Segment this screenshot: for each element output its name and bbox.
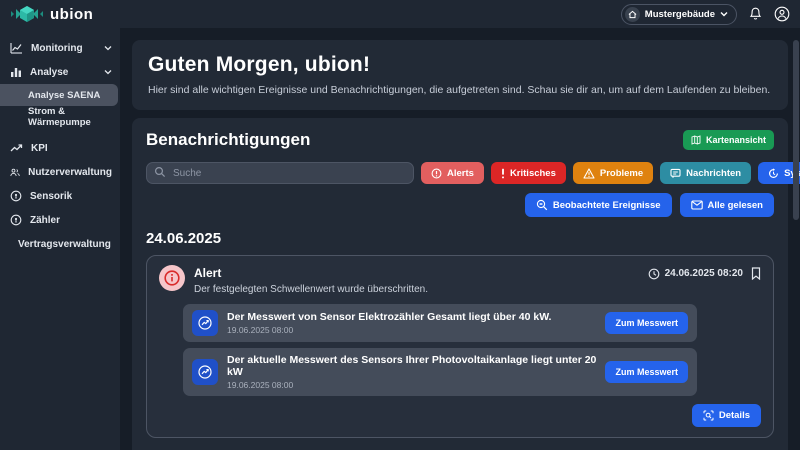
event-list: Der Messwert von Sensor Elektrozähler Ge… <box>183 304 697 396</box>
bell-icon <box>749 7 762 21</box>
filter-probleme-button[interactable]: Probleme <box>573 162 653 184</box>
system-history-icon <box>768 168 779 179</box>
chevron-down-icon <box>720 11 728 17</box>
sidebar-item-kpi[interactable]: KPI <box>0 136 120 160</box>
bookmark-icon <box>751 267 761 280</box>
warning-triangle-icon <box>583 168 595 179</box>
notifications-bell-button[interactable] <box>749 7 762 21</box>
sidebar-item-zaehler[interactable]: Zähler <box>0 208 120 232</box>
message-icon <box>670 168 681 179</box>
search-icon <box>154 166 166 178</box>
measurement-chart-icon <box>192 359 218 385</box>
zum-messwert-button[interactable]: Zum Messwert <box>605 361 688 383</box>
users-icon <box>10 167 20 178</box>
filter-row: Alerts Kritisches Probleme Nachrichten S… <box>146 162 774 184</box>
map-view-label: Kartenansicht <box>706 135 766 145</box>
watched-events-button[interactable]: Beobachtete Ereignisse <box>525 193 672 217</box>
sidebar-item-vertragsverwaltung[interactable]: Vertragsverwaltung <box>0 232 120 256</box>
account-menu-button[interactable] <box>774 6 790 22</box>
sidebar-item-label: Zähler <box>30 215 60 226</box>
scan-search-icon <box>703 410 714 421</box>
details-button[interactable]: Details <box>692 404 761 427</box>
mark-all-read-button[interactable]: Alle gelesen <box>680 193 774 217</box>
notifications-title: Benachrichtigungen <box>146 130 310 150</box>
alert-card: Alert Der festgelegten Schwellenwert wur… <box>146 255 774 438</box>
date-group-heading: 24.06.2025 <box>146 230 774 247</box>
zum-messwert-button[interactable]: Zum Messwert <box>605 312 688 334</box>
sidebar-item-label: Vertragsverwaltung <box>18 239 111 250</box>
alert-badge-icon <box>159 265 185 291</box>
sidebar-subitem-label: Strom & Wärmepumpe <box>28 106 120 128</box>
home-icon <box>625 7 640 22</box>
mail-check-icon <box>691 200 703 210</box>
building-selector-label: Mustergebäude <box>645 9 715 20</box>
greeting-title: Guten Morgen, ubion! <box>148 53 772 77</box>
app-window: ubion Mustergebäude <box>0 0 800 450</box>
user-avatar-icon <box>774 6 790 22</box>
sidebar-item-monitoring[interactable]: Monitoring <box>0 36 120 60</box>
search-field <box>146 162 414 184</box>
chevron-down-icon <box>104 69 112 75</box>
actions-row: Beobachtete Ereignisse Alle gelesen <box>146 193 774 217</box>
chevron-down-icon <box>104 45 112 51</box>
clock-icon <box>648 268 660 280</box>
event-row: Der Messwert von Sensor Elektrozähler Ge… <box>183 304 697 342</box>
sidebar-subitem-label: Analyse SAENA <box>28 90 100 101</box>
event-row: Der aktuelle Messwert des Sensors Ihrer … <box>183 348 697 396</box>
filter-nachrichten-button[interactable]: Nachrichten <box>660 162 751 184</box>
sidebar-item-label: Monitoring <box>31 43 83 54</box>
search-input[interactable] <box>146 162 414 184</box>
sidebar-item-label: KPI <box>31 143 48 154</box>
sidebar-item-analyse[interactable]: Analyse <box>0 60 120 84</box>
topbar: ubion Mustergebäude <box>0 0 800 28</box>
alert-message: Der festgelegten Schwellenwert wurde übe… <box>194 284 428 295</box>
ubion-logo-icon <box>10 5 44 23</box>
scrollbar-thumb[interactable] <box>793 40 799 220</box>
sidebar-subitem-analyse-saena[interactable]: Analyse SAENA <box>0 84 118 106</box>
alert-title: Alert <box>194 266 428 280</box>
exclamation-icon <box>501 168 505 179</box>
event-time: 19.06.2025 08:00 <box>227 380 596 390</box>
map-icon <box>691 135 701 145</box>
meter-icon <box>10 214 22 226</box>
ubion-logo-text: ubion <box>50 6 93 23</box>
greeting-subtitle: Hier sind alle wichtigen Ereignisse und … <box>148 84 772 96</box>
building-selector[interactable]: Mustergebäude <box>621 4 737 25</box>
scrollbar-track[interactable] <box>793 30 799 448</box>
trend-up-icon <box>10 143 23 153</box>
map-view-button[interactable]: Kartenansicht <box>683 130 774 150</box>
measurement-chart-icon <box>192 310 218 336</box>
magnifier-eye-icon <box>536 199 548 211</box>
ubion-logo: ubion <box>10 5 93 23</box>
sidebar-item-sensorik[interactable]: Sensorik <box>0 184 120 208</box>
main-content: Guten Morgen, ubion! Hier sind alle wich… <box>120 28 800 450</box>
sidebar-item-label: Sensorik <box>30 191 72 202</box>
alert-circle-icon <box>431 168 442 179</box>
sidebar: Monitoring Analyse Analyse SAENA Strom &… <box>0 28 120 450</box>
alert-timestamp: 24.06.2025 08:20 <box>648 268 743 280</box>
sidebar-subitem-strom-waermepumpe[interactable]: Strom & Wärmepumpe <box>0 106 120 128</box>
greeting-card: Guten Morgen, ubion! Hier sind alle wich… <box>132 40 788 110</box>
bookmark-button[interactable] <box>751 267 761 280</box>
event-text: Der Messwert von Sensor Elektrozähler Ge… <box>227 311 551 323</box>
sidebar-item-label: Nutzerverwaltung <box>28 167 112 178</box>
filter-alerts-button[interactable]: Alerts <box>421 162 484 184</box>
line-chart-icon <box>10 42 23 54</box>
notifications-panel: Benachrichtigungen Kartenansicht Alerts <box>132 118 788 450</box>
event-time: 19.06.2025 08:00 <box>227 325 551 335</box>
sidebar-item-label: Analyse <box>30 67 68 78</box>
event-text: Der aktuelle Messwert des Sensors Ihrer … <box>227 354 596 378</box>
sidebar-item-nutzerverwaltung[interactable]: Nutzerverwaltung <box>0 160 120 184</box>
sensor-icon <box>10 190 22 202</box>
bar-chart-icon <box>10 66 22 78</box>
filter-kritisches-button[interactable]: Kritisches <box>491 162 566 184</box>
